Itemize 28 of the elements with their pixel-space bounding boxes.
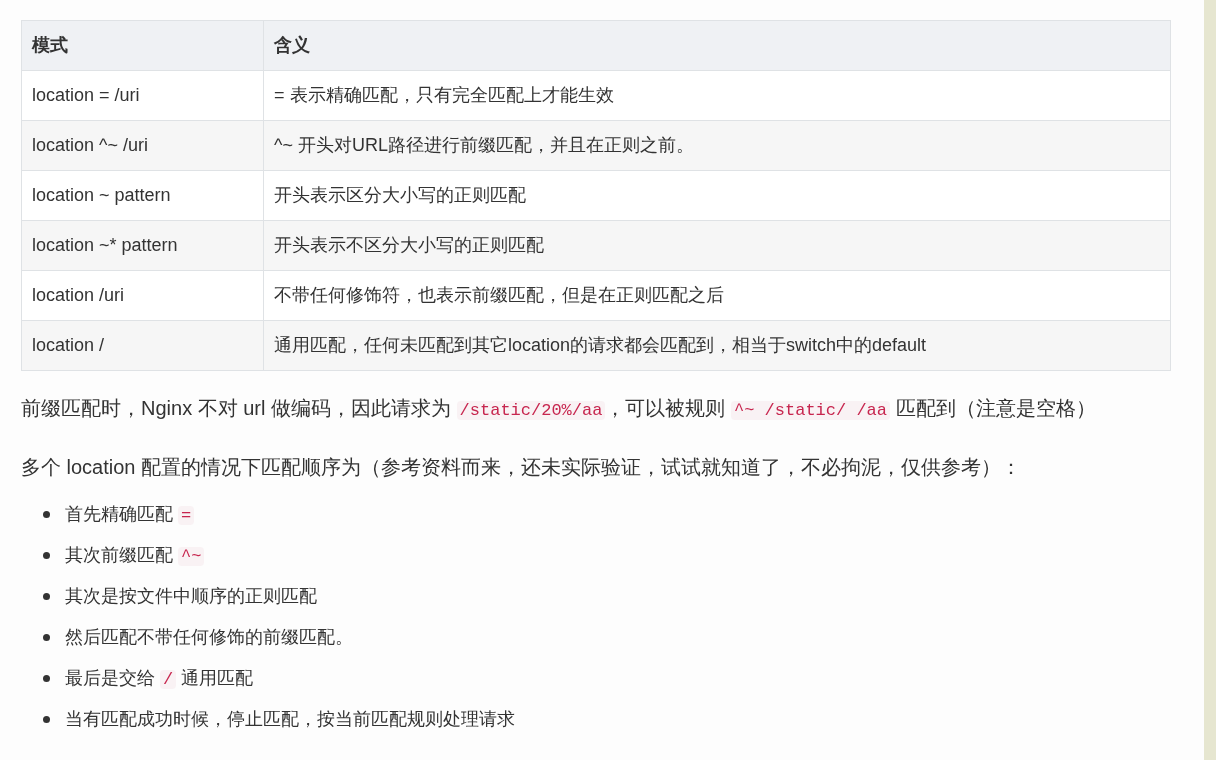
table-header-cell: 含义 bbox=[263, 20, 1171, 71]
bullet-icon bbox=[43, 511, 50, 518]
table-cell: = 表示精确匹配，只有完全匹配上才能生效 bbox=[263, 70, 1171, 121]
list-item: 当有匹配成功时候，停止匹配，按当前匹配规则处理请求 bbox=[65, 708, 515, 731]
table-cell: location ~ pattern bbox=[21, 170, 264, 221]
paragraph: 前缀匹配时，Nginx 不对 url 做编码，因此请求为 /static/20%/aa，可以被规则 ^~ /static/ /aa 匹配到（注意是空格） bbox=[21, 396, 1097, 422]
table-cell: location /uri bbox=[21, 270, 264, 321]
bullet-icon bbox=[43, 552, 50, 559]
table-cell: 通用匹配，任何未匹配到其它location的请求都会匹配到，相当于switch中的default bbox=[263, 320, 1171, 371]
list-item: 最后是交给 / 通用匹配 bbox=[65, 666, 254, 691]
list-item: 首先精确匹配 = bbox=[65, 500, 195, 529]
bullet-icon bbox=[43, 675, 50, 682]
bullet-icon bbox=[43, 716, 50, 723]
bullet-icon bbox=[43, 634, 50, 641]
list-item: 其次是按文件中顺序的正则匹配 bbox=[65, 585, 317, 608]
paragraph: 多个 location 配置的情况下匹配顺序为（参考资料而来，还未实际验证，试试就知道了，不必拘泥，仅供参考）： bbox=[21, 455, 1023, 480]
list-item: 然后匹配不带任何修饰的前缀匹配。 bbox=[65, 626, 353, 649]
table-cell: 开头表示区分大小写的正则匹配 bbox=[263, 170, 1171, 221]
table-cell: location ~* pattern bbox=[21, 220, 264, 271]
table-cell: 不带任何修饰符，也表示前缀匹配，但是在正则匹配之后 bbox=[263, 270, 1171, 321]
table-cell: location ^~ /uri bbox=[21, 120, 264, 171]
table-cell: location / bbox=[21, 320, 264, 371]
list-item: 其次前缀匹配 ^~ bbox=[65, 541, 205, 570]
table-header-cell: 模式 bbox=[21, 20, 264, 71]
table-cell: 开头表示不区分大小写的正则匹配 bbox=[263, 220, 1171, 271]
bullet-icon bbox=[43, 593, 50, 600]
table-cell: location = /uri bbox=[21, 70, 264, 121]
table-cell: ^~ 开头对URL路径进行前缀匹配，并且在正则之前。 bbox=[263, 120, 1171, 171]
